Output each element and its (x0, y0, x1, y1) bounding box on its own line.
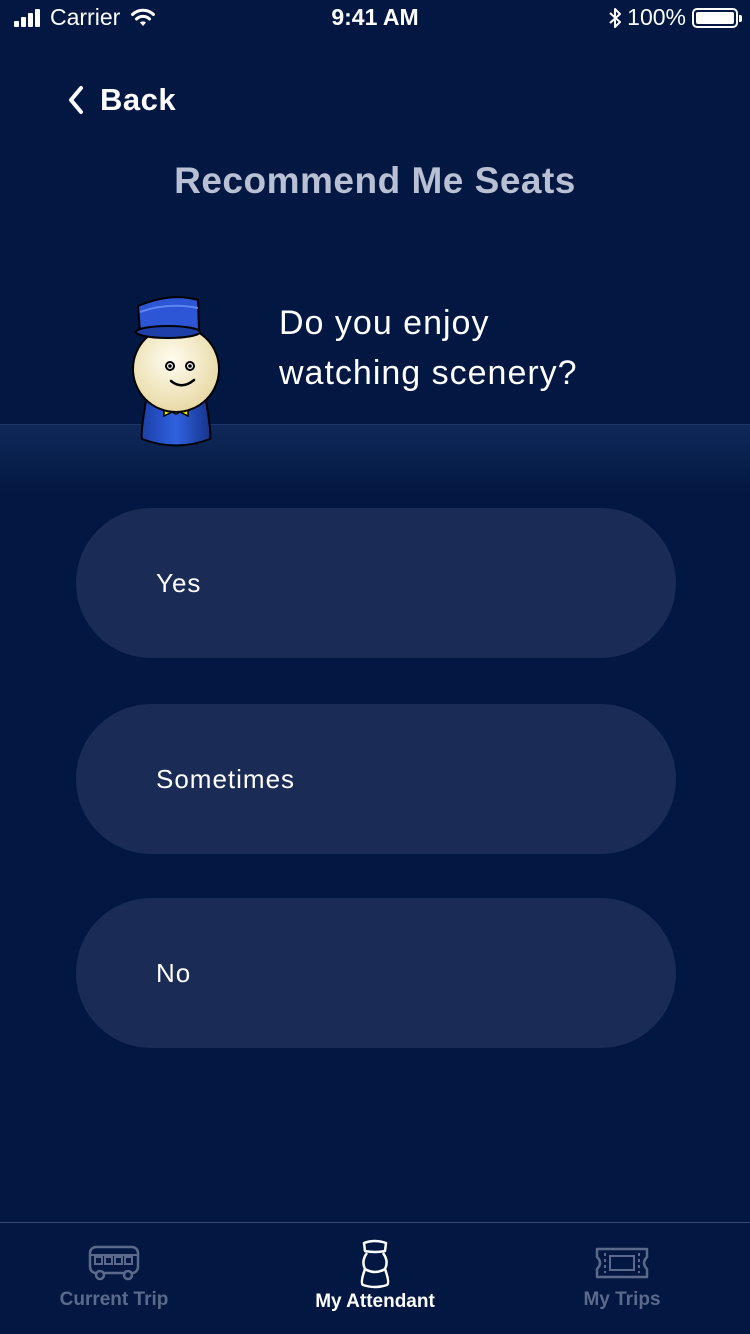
option-no-button[interactable]: No (76, 898, 676, 1048)
tab-label: Current Trip (59, 1289, 169, 1310)
page-title: Recommend Me Seats (174, 160, 576, 201)
option-yes-button[interactable]: Yes (76, 508, 676, 658)
question-text: Do you enjoy watching scenery? (279, 298, 699, 398)
question-area: Do you enjoy watching scenery? (0, 280, 750, 494)
back-label: Back (100, 82, 177, 117)
option-sometimes-button[interactable]: Sometimes (76, 704, 676, 854)
tab-label: My Trips (583, 1289, 661, 1310)
tab-current-trip[interactable]: Current Trip (0, 1223, 239, 1334)
back-button[interactable]: Back (66, 80, 176, 120)
tab-label: My Attendant (315, 1291, 435, 1312)
status-bar: Carrier 9:41 AM 100% (0, 0, 750, 36)
attendant-icon (360, 1239, 390, 1289)
chevron-left-icon (69, 86, 83, 114)
divider-glow (0, 424, 750, 494)
battery-icon (692, 7, 742, 28)
bluetooth-icon (609, 7, 622, 28)
question-line-1: Do you enjoy (279, 304, 490, 342)
option-label: Sometimes (156, 763, 296, 794)
tab-my-trips[interactable]: My Trips (497, 1223, 747, 1334)
question-line-2: watching scenery? (279, 354, 578, 392)
option-label: No (156, 957, 192, 988)
ticket-icon (595, 1247, 649, 1279)
tab-bar: Current Trip My Attendant My Trips (0, 1222, 750, 1334)
battery-percent: 100% (627, 4, 686, 30)
tab-my-attendant[interactable]: My Attendant (250, 1223, 500, 1334)
status-right: 100% (607, 4, 742, 31)
option-label: Yes (156, 567, 202, 598)
attendant-mascot-icon (132, 296, 220, 447)
bus-icon (88, 1245, 140, 1281)
